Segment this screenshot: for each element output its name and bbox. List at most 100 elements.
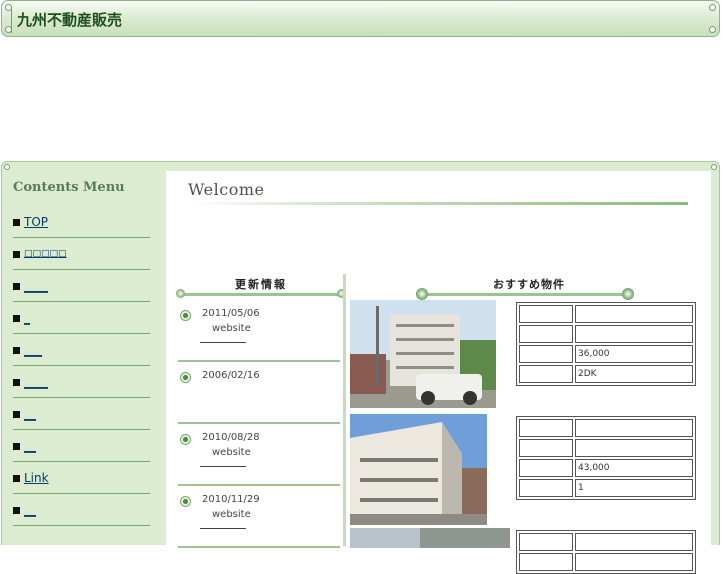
table-cell: [575, 305, 693, 323]
radio-bullet-icon: [180, 310, 191, 321]
site-header: 九州不動産販売: [1, 0, 720, 37]
divider: [13, 525, 150, 526]
sidebar-item-2[interactable]: □□□□□: [9, 238, 155, 270]
knob-icon: [622, 288, 634, 300]
sidebar-item-4[interactable]: _: [9, 302, 155, 334]
news-item[interactable]: 2006/02/16: [176, 362, 346, 424]
news-title: 更新情報: [235, 278, 287, 291]
square-bullet-icon: [13, 283, 20, 290]
property-photo[interactable]: [350, 414, 487, 525]
sidebar-link[interactable]: __: [24, 407, 36, 421]
welcome-heading: Welcome: [188, 180, 265, 199]
news-text: website: [212, 447, 251, 458]
sidebar-item-5[interactable]: ___: [9, 334, 155, 366]
layout-value: 2DK: [575, 365, 693, 383]
site-title[interactable]: 九州不動産販売: [17, 9, 122, 30]
header-divider: [11, 7, 12, 33]
news-text: website: [212, 323, 251, 334]
divider: [178, 546, 340, 548]
radio-bullet-icon: [180, 372, 191, 383]
heading-underline: [188, 202, 688, 205]
corner-rivet-icon: [709, 26, 716, 33]
recommend-title: おすすめ物件: [493, 278, 565, 291]
news-column: 更新情報 2011/05/06 website 2006/02/16 2010/…: [176, 274, 346, 548]
sidebar-item-7[interactable]: __: [9, 398, 155, 430]
sidebar: Contents Menu TOP □□□□□ ____ _ ___ ____ …: [9, 173, 155, 526]
table-cell: [519, 419, 573, 437]
square-bullet-icon: [13, 507, 20, 514]
sidebar-item-10[interactable]: __: [9, 494, 155, 526]
recommend-header: おすすめ物件: [350, 274, 708, 300]
news-date: 2010/11/29: [202, 494, 260, 505]
table-cell: [575, 533, 693, 551]
square-bullet-icon: [13, 443, 20, 450]
sidebar-item-6[interactable]: ____: [9, 366, 155, 398]
news-link[interactable]: [200, 528, 246, 529]
news-header: 更新情報: [176, 274, 346, 300]
sidebar-link[interactable]: ___: [24, 343, 42, 357]
table-cell: [519, 479, 573, 497]
layout-value: 1: [575, 479, 693, 497]
square-bullet-icon: [13, 411, 20, 418]
news-text: website: [212, 509, 251, 520]
knob-icon: [176, 289, 185, 298]
content-panel: Welcome 更新情報 2011/05/06 website 2006/02/…: [166, 171, 711, 574]
header-bar: [422, 293, 628, 296]
header-bar: [180, 293, 342, 296]
square-bullet-icon: [13, 219, 20, 226]
column-divider: [343, 274, 346, 546]
sidebar-link[interactable]: ____: [24, 375, 48, 389]
contents-menu-title: Contents Menu: [13, 180, 125, 195]
corner-rivet-icon: [711, 164, 717, 170]
table-cell: [519, 325, 573, 343]
table-cell: [575, 439, 693, 457]
main-frame: Contents Menu TOP □□□□□ ____ _ ___ ____ …: [1, 161, 720, 574]
sidebar-link[interactable]: __: [24, 503, 36, 517]
sidebar-link[interactable]: □□□□□: [24, 249, 67, 259]
sidebar-link[interactable]: TOP: [24, 215, 48, 229]
sidebar-item-8[interactable]: __: [9, 430, 155, 462]
property-info-table: [516, 530, 696, 574]
table-cell: [519, 533, 573, 551]
property-info-table: 43,000 1: [516, 416, 696, 500]
news-item[interactable]: 2010/08/28 website: [176, 424, 346, 486]
square-bullet-icon: [13, 475, 20, 482]
table-cell: [575, 553, 693, 571]
news-link[interactable]: [200, 342, 246, 343]
table-cell: [519, 345, 573, 363]
sidebar-link[interactable]: ____: [24, 279, 48, 293]
radio-bullet-icon: [180, 496, 191, 507]
news-date: 2010/08/28: [202, 432, 260, 443]
property-photo[interactable]: [350, 528, 510, 548]
sidebar-item-top[interactable]: TOP: [9, 206, 155, 238]
square-bullet-icon: [13, 347, 20, 354]
property-info-table: 36,000 2DK: [516, 302, 696, 386]
news-item[interactable]: 2010/11/29 website: [176, 486, 346, 548]
sidebar-item-3[interactable]: ____: [9, 270, 155, 302]
square-bullet-icon: [13, 251, 20, 258]
sidebar-link[interactable]: Link: [24, 471, 49, 485]
table-cell: [519, 439, 573, 457]
recommend-column: おすすめ物件 36,000 2DK 43,000 1: [350, 274, 708, 574]
table-cell: [575, 419, 693, 437]
knob-icon: [416, 288, 428, 300]
radio-bullet-icon: [180, 434, 191, 445]
square-bullet-icon: [13, 315, 20, 322]
property-photo[interactable]: [350, 300, 496, 408]
table-cell: [519, 305, 573, 323]
news-date: 2006/02/16: [202, 370, 260, 381]
square-bullet-icon: [13, 379, 20, 386]
table-cell: [519, 553, 573, 571]
sidebar-item-link[interactable]: Link: [9, 462, 155, 494]
table-cell: [519, 459, 573, 477]
news-link[interactable]: [200, 466, 246, 467]
corner-rivet-icon: [709, 4, 716, 11]
news-date: 2011/05/06: [202, 308, 260, 319]
rent-value: 36,000: [575, 345, 693, 363]
sidebar-link[interactable]: __: [24, 439, 36, 453]
sidebar-link[interactable]: _: [24, 311, 30, 325]
corner-rivet-icon: [4, 164, 10, 170]
rent-value: 43,000: [575, 459, 693, 477]
table-cell: [519, 365, 573, 383]
news-item[interactable]: 2011/05/06 website: [176, 300, 346, 362]
